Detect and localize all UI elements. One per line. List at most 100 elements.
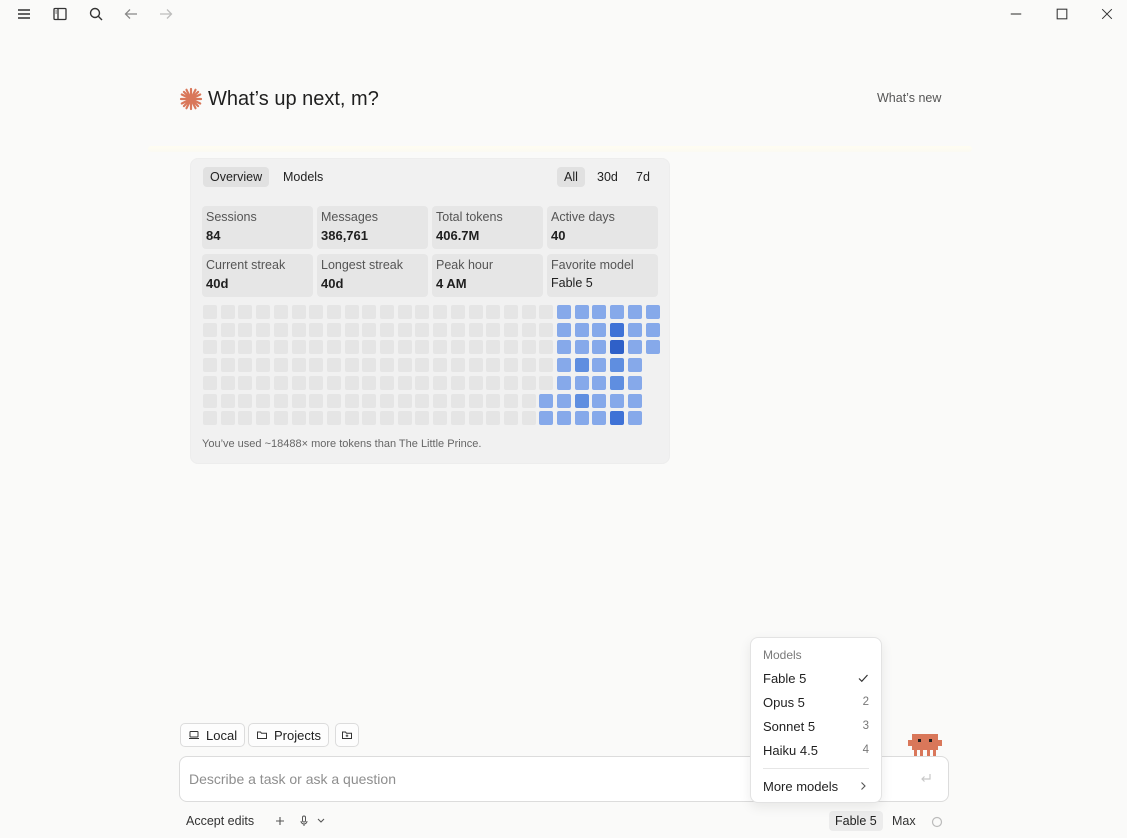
heatmap-cell (539, 411, 554, 426)
stat-value: 406.7M (436, 228, 480, 243)
stat-label: Longest streak (321, 258, 403, 272)
heatmap-cell (450, 358, 465, 373)
sidebar-toggle-icon[interactable] (50, 4, 70, 24)
heatmap-cell (362, 340, 377, 355)
dropdown-divider (763, 768, 869, 769)
stat-sessions: Sessions 84 (202, 206, 313, 249)
stat-value: 40 (551, 228, 566, 243)
submit-enter-icon[interactable] (918, 771, 934, 787)
heatmap-cell (362, 305, 377, 319)
range-30d[interactable]: 30d (590, 167, 625, 187)
menu-icon[interactable] (14, 4, 34, 24)
tab-overview[interactable]: Overview (203, 167, 270, 187)
heatmap-cell (574, 393, 589, 408)
usage-comparison-note: You’ve used ~18488× more tokens than The… (202, 438, 482, 450)
search-icon[interactable] (86, 4, 106, 24)
stat-peak-hour: Peak hour 4 AM (432, 254, 543, 297)
model-option-opus-5[interactable]: Opus 5 2 (751, 691, 881, 713)
heatmap-cell (238, 322, 253, 337)
heatmap-cell (238, 305, 253, 319)
stat-longest-streak: Longest streak 40d (317, 254, 428, 297)
heatmap-cell (238, 411, 253, 426)
heatmap-cell (645, 305, 660, 319)
heatmap-cell (503, 322, 518, 337)
heatmap-cell (380, 375, 394, 390)
heatmap-cell (291, 358, 306, 373)
stat-value: 84 (206, 228, 221, 243)
more-models-item[interactable]: More models (751, 775, 881, 797)
stat-label: Total tokens (436, 210, 503, 224)
local-env-button[interactable]: Local (180, 723, 246, 747)
heatmap-cell (610, 393, 625, 408)
heatmap-cell (592, 322, 607, 337)
heatmap-cell (309, 322, 324, 337)
heatmap-cell (610, 411, 625, 426)
heatmap-cell (468, 322, 483, 337)
checkmark-icon (858, 674, 868, 683)
heatmap-cell (645, 322, 660, 337)
add-attachment-icon[interactable] (273, 813, 287, 829)
shortcut-key: 4 (862, 744, 869, 756)
stat-label: Messages (321, 210, 378, 224)
heatmap-cell (273, 340, 288, 355)
heatmap-cell (380, 322, 394, 337)
heatmap-cell (610, 322, 625, 337)
heatmap-cell (203, 340, 217, 355)
prompt-input[interactable] (189, 769, 749, 789)
heatmap-cell (610, 375, 625, 390)
heatmap-cell (238, 375, 253, 390)
whats-new-link[interactable]: What’s new (877, 90, 941, 106)
minimize-icon[interactable] (1005, 4, 1027, 24)
heatmap-cell (645, 340, 660, 355)
add-folder-button[interactable] (335, 723, 359, 747)
model-selector-button[interactable]: Fable 5 (829, 811, 883, 831)
heatmap-cell (539, 393, 554, 408)
heatmap-cell (539, 305, 554, 319)
heatmap-cell (521, 358, 536, 373)
heatmap-cell (415, 393, 430, 408)
heatmap-cell (256, 375, 271, 390)
back-arrow-icon[interactable] (121, 4, 141, 24)
heatmap-cell (220, 375, 235, 390)
accept-edits-button[interactable]: Accept edits (186, 813, 254, 829)
heatmap-cell (486, 305, 501, 319)
heatmap-cell (468, 358, 483, 373)
microphone-dropdown[interactable] (297, 813, 329, 829)
heatmap-cell (503, 358, 518, 373)
heatmap-cell (203, 322, 217, 337)
heatmap-cell (256, 393, 271, 408)
effort-selector-button[interactable]: Max (892, 813, 916, 829)
heatmap-cell (380, 393, 394, 408)
model-option-sonnet-5[interactable]: Sonnet 5 3 (751, 715, 881, 737)
stat-label: Favorite model (551, 258, 634, 272)
heatmap-cell (256, 322, 271, 337)
forward-arrow-icon[interactable] (156, 4, 176, 24)
context-usage-icon[interactable] (931, 815, 943, 828)
heatmap-cell (610, 305, 625, 319)
heatmap-cell (415, 305, 430, 319)
tab-models[interactable]: Models (276, 167, 330, 187)
range-7d[interactable]: 7d (629, 167, 657, 187)
heatmap-cell (256, 340, 271, 355)
heatmap-cell (627, 411, 642, 426)
heatmap-cell (309, 305, 324, 319)
heatmap-cell (273, 375, 288, 390)
stat-label: Sessions (206, 210, 257, 224)
page-title: What’s up next, m? (208, 88, 379, 110)
range-all[interactable]: All (557, 167, 585, 187)
local-env-label: Local (206, 727, 238, 743)
heatmap-cell (627, 340, 642, 355)
close-icon[interactable] (1096, 4, 1118, 24)
heatmap-cell (326, 411, 341, 426)
heatmap-cell (397, 393, 412, 408)
heatmap-cell (203, 358, 217, 373)
heatmap-cell (415, 358, 430, 373)
heatmap-cell (557, 411, 571, 426)
model-option-fable-5[interactable]: Fable 5 (751, 667, 881, 689)
model-option-haiku-4-5[interactable]: Haiku 4.5 4 (751, 739, 881, 761)
maximize-icon[interactable] (1051, 4, 1073, 24)
stat-value: 40d (206, 276, 229, 291)
heatmap-cell (468, 305, 483, 319)
heatmap-cell (592, 340, 607, 355)
projects-button[interactable]: Projects (248, 723, 329, 747)
